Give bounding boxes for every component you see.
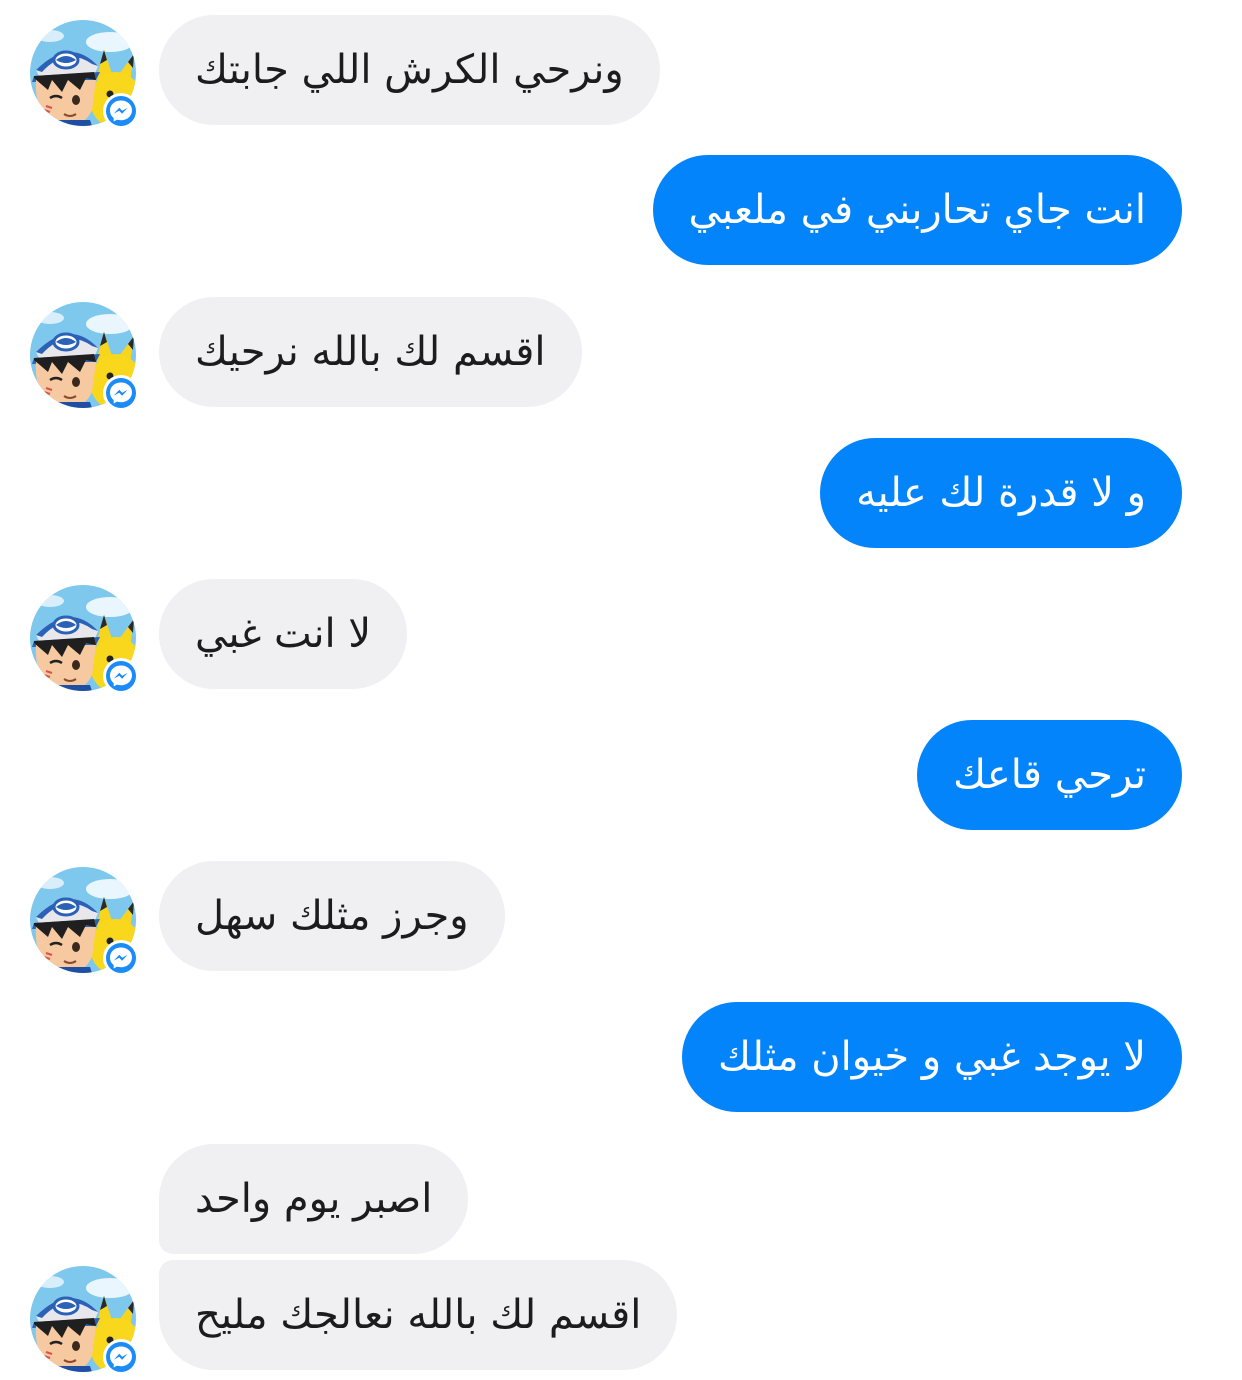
contact-avatar[interactable]: [30, 585, 136, 691]
contact-avatar[interactable]: [30, 867, 136, 973]
contact-avatar[interactable]: [30, 302, 136, 408]
messenger-icon: [102, 1338, 140, 1376]
message-bubble-incoming[interactable]: لا انت غبي: [159, 579, 408, 689]
message-bubble-outgoing[interactable]: انت جاي تحاربني في ملعبي: [652, 155, 1182, 265]
message-bubble-incoming[interactable]: وجرز مثلك سهل: [159, 861, 505, 971]
message-bubble-outgoing[interactable]: ترحي قاعك: [917, 720, 1182, 830]
message-bubble-incoming[interactable]: اقسم لك بالله نرحيك: [159, 297, 582, 407]
message-bubble-incoming[interactable]: اصبر يوم واحد: [159, 1144, 469, 1254]
message-bubble-outgoing[interactable]: و لا قدرة لك عليه: [820, 438, 1182, 548]
messenger-icon: [102, 939, 140, 977]
message-bubble-outgoing[interactable]: لا يوجد غبي و خيوان مثلك: [682, 1002, 1182, 1112]
contact-avatar[interactable]: [30, 20, 136, 126]
contact-avatar[interactable]: [30, 1266, 136, 1372]
message-bubble-incoming[interactable]: اقسم لك بالله نعالجك مليح: [159, 1260, 678, 1370]
messenger-icon: [102, 657, 140, 695]
messenger-icon: [102, 92, 140, 130]
messenger-icon: [102, 374, 140, 412]
message-bubble-incoming[interactable]: ونرحي الكرش اللي جابتك: [159, 15, 660, 125]
